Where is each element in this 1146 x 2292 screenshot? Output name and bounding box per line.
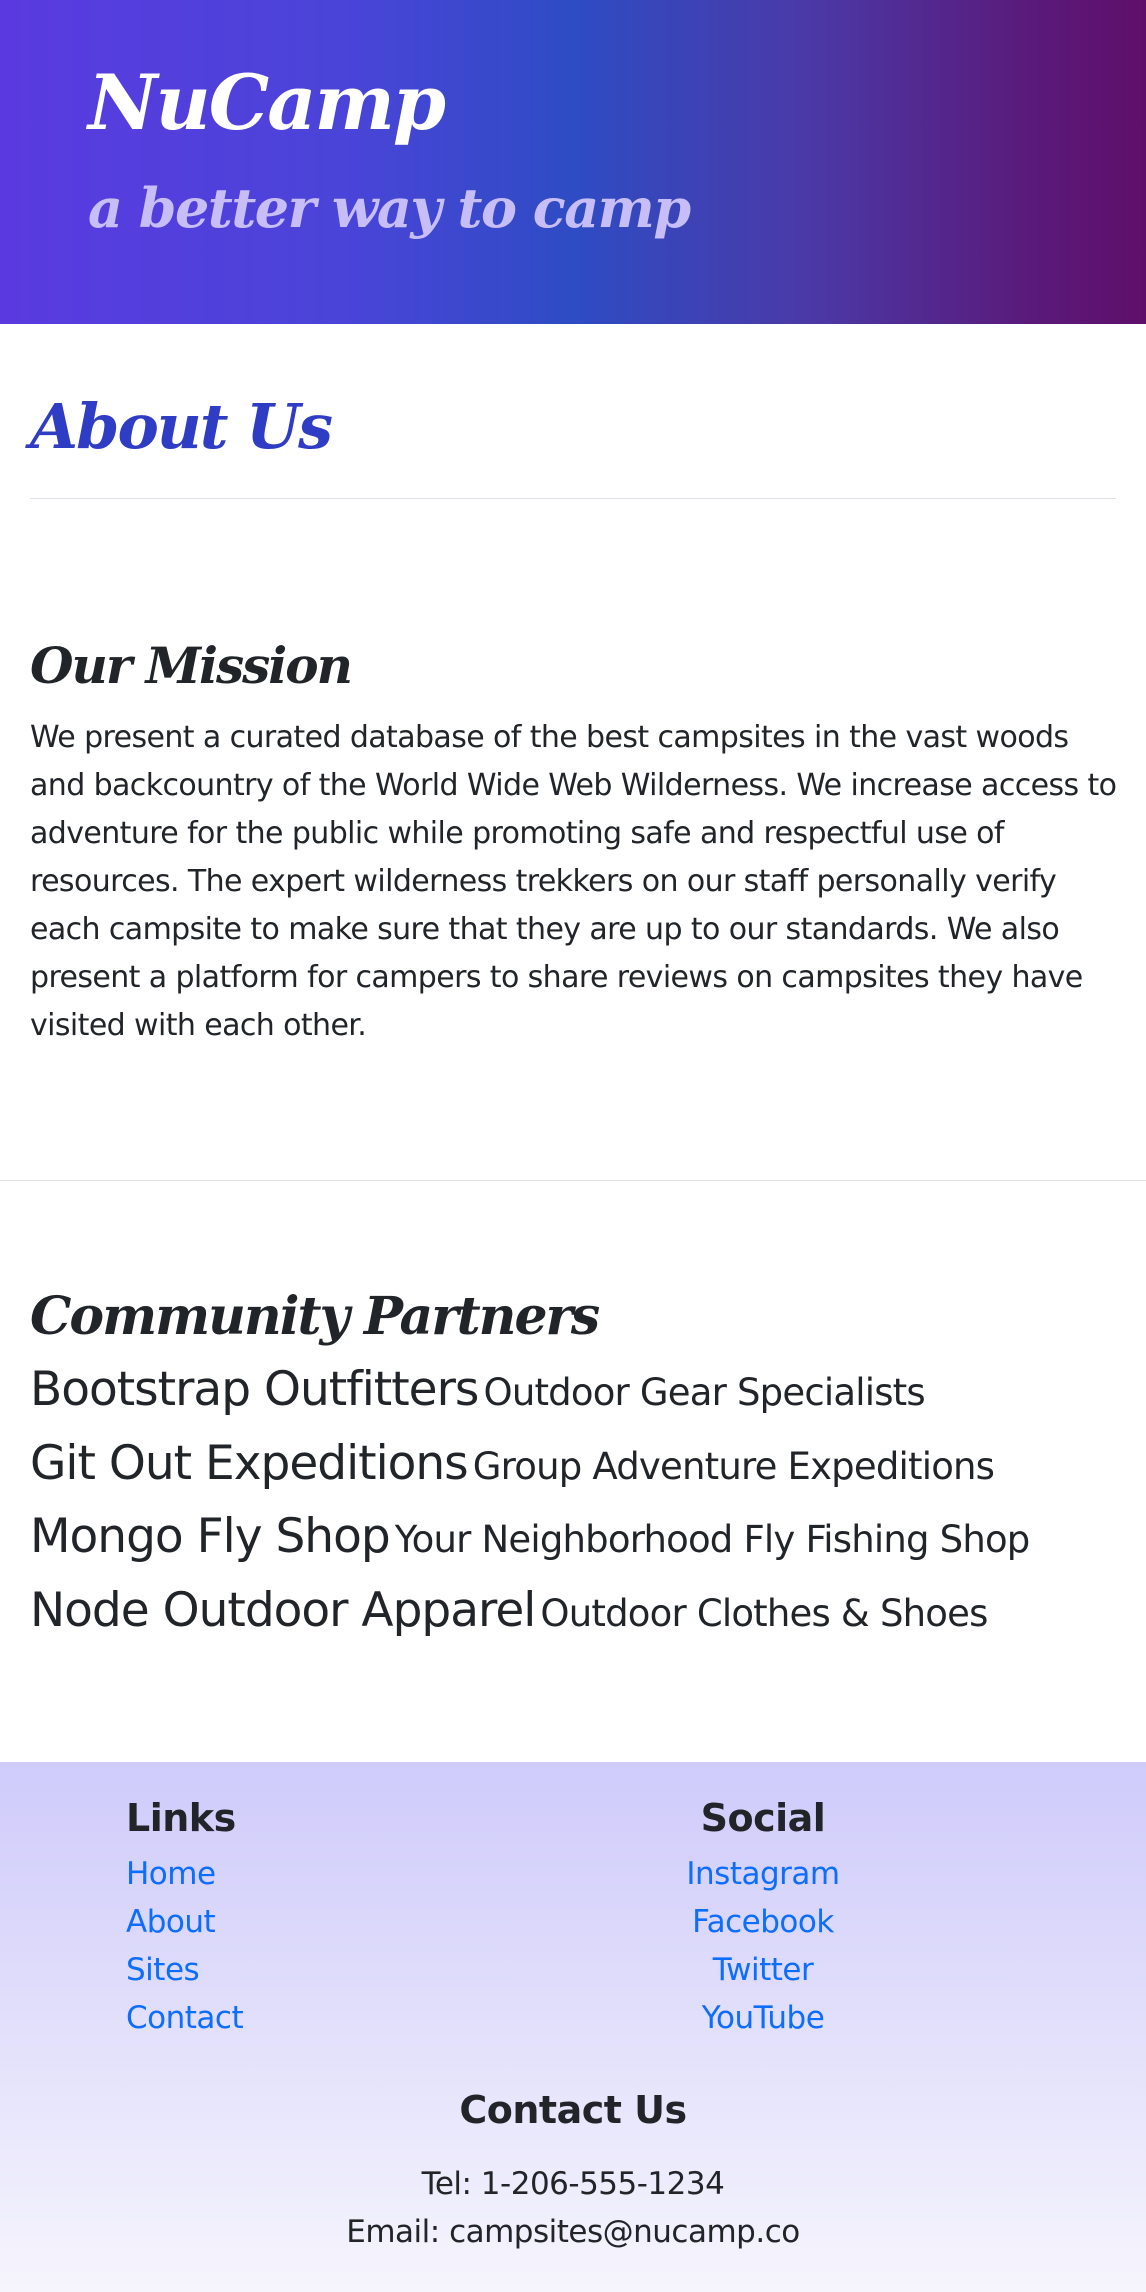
contact-email: Email: campsites@nucamp.co [346, 2214, 800, 2250]
footer-link-sites[interactable]: Sites [126, 1952, 200, 1988]
list-item: Instagram [653, 1856, 873, 1904]
social-link-twitter[interactable]: Twitter [713, 1952, 814, 1988]
partner-name: Bootstrap Outfitters [30, 1362, 479, 1417]
site-footer: Links Home About Sites Contact Social In… [0, 1762, 1146, 2292]
footer-contact: Contact Us Tel: 1-206-555-1234 Email: ca… [0, 2088, 1146, 2256]
brand-title: NuCamp [88, 58, 446, 147]
footer-social-heading: Social [700, 1796, 826, 1840]
partner-description: Your Neighborhood Fly Fishing Shop [394, 1518, 1031, 1561]
partner-name: Node Outdoor Apparel [30, 1582, 536, 1638]
title-divider [30, 498, 1116, 499]
partner-item: Node Outdoor Apparel Outdoor Clothes & S… [30, 1583, 1130, 1657]
mission-heading: Our Mission [30, 636, 353, 695]
social-link-facebook[interactable]: Facebook [692, 1904, 834, 1940]
list-item: About [126, 1904, 243, 1952]
partner-name: Mongo Fly Shop [30, 1509, 391, 1564]
footer-social-list: Instagram Facebook Twitter YouTube [653, 1856, 873, 2048]
partner-item: Git Out Expeditions Group Adventure Expe… [30, 1436, 1130, 1510]
social-link-instagram[interactable]: Instagram [686, 1856, 840, 1892]
footer-social-column: Social Instagram Facebook Twitter YouTub… [653, 1796, 873, 2048]
brand-tagline: a better way to camp [88, 176, 691, 240]
hero-header: NuCamp a better way to camp [0, 0, 1146, 324]
partner-name: Git Out Expeditions [30, 1435, 469, 1491]
social-link-youtube[interactable]: YouTube [702, 2000, 825, 2036]
footer-link-about[interactable]: About [126, 1904, 216, 1940]
footer-links-heading: Links [126, 1796, 236, 1840]
partner-item: Bootstrap Outfitters Outdoor Gear Specia… [30, 1362, 1130, 1436]
footer-links-list: Home About Sites Contact [126, 1856, 244, 2048]
contact-heading: Contact Us [459, 2088, 687, 2132]
section-divider [0, 1180, 1146, 1181]
partner-description: Outdoor Gear Specialists [483, 1371, 926, 1414]
list-item: YouTube [653, 2000, 873, 2048]
list-item: Sites [126, 1952, 243, 2000]
partner-description: Group Adventure Expeditions [472, 1444, 995, 1488]
footer-link-contact[interactable]: Contact [126, 2000, 244, 2036]
partners-heading: Community Partners [30, 1286, 600, 1347]
page-title: About Us [30, 390, 333, 463]
partners-list: Bootstrap Outfitters Outdoor Gear Specia… [30, 1362, 1130, 1656]
partner-item: Mongo Fly Shop Your Neighborhood Fly Fis… [30, 1509, 1130, 1583]
mission-text: We present a curated database of the bes… [30, 720, 1117, 1043]
list-item: Home [126, 1856, 243, 1904]
footer-link-home[interactable]: Home [126, 1856, 216, 1892]
footer-links-column: Links Home About Sites Contact [126, 1796, 244, 2048]
contact-phone: Tel: 1-206-555-1234 [421, 2166, 725, 2202]
list-item: Facebook [653, 1904, 873, 1952]
list-item: Twitter [653, 1952, 873, 2000]
list-item: Contact [126, 2000, 244, 2048]
partner-description: Outdoor Clothes & Shoes [540, 1591, 988, 1635]
